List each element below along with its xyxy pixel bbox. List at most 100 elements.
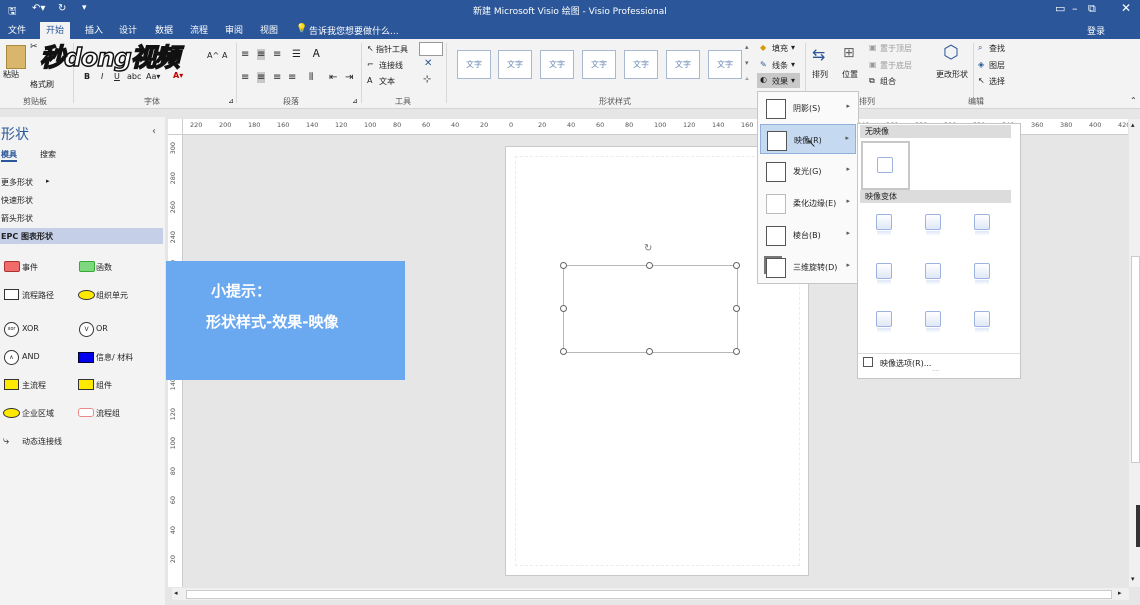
save-icon[interactable]: 🖫 xyxy=(8,4,17,21)
reflection-variant[interactable] xyxy=(925,311,941,333)
align-middle-icon[interactable]: ≡ xyxy=(257,49,266,60)
style-thumbnail[interactable]: 文字 xyxy=(498,50,532,79)
position-icon[interactable]: ⊞ xyxy=(843,45,855,61)
distribute-icon[interactable]: ⫴ xyxy=(309,72,313,83)
close-icon[interactable]: ✕ xyxy=(1121,1,1131,15)
font-dialog-launcher-icon[interactable]: ⊿ xyxy=(228,97,234,105)
resize-handle[interactable] xyxy=(733,348,740,355)
resize-handle[interactable] xyxy=(646,348,653,355)
resize-handle[interactable] xyxy=(646,262,653,269)
undo-icon[interactable]: ↶▾ xyxy=(32,3,45,14)
selected-rectangle-shape[interactable] xyxy=(563,265,738,353)
shrink-font-icon[interactable]: A xyxy=(222,51,227,60)
ribbon-display-icon[interactable]: ▭ xyxy=(1055,2,1065,15)
decrease-indent-icon[interactable]: ⇤ xyxy=(329,72,337,83)
scroll-left-icon[interactable]: ◂ xyxy=(174,589,178,597)
style-thumbnail[interactable]: 文字 xyxy=(457,50,491,79)
style-thumbnail[interactable]: 文字 xyxy=(666,50,700,79)
send-back-button[interactable]: 置于底层 xyxy=(880,60,912,71)
tab-data[interactable]: 数据 xyxy=(155,23,173,36)
horizontal-scrollbar[interactable]: ◂ ▸ xyxy=(172,588,1129,600)
tab-search[interactable]: 搜索 xyxy=(40,149,56,160)
shape-gallery-dropdown[interactable] xyxy=(419,42,443,56)
line-dropdown-icon[interactable]: ▾ xyxy=(791,60,795,69)
layers-button[interactable]: 图层 xyxy=(989,60,1005,71)
scroll-up-icon[interactable]: ▴ xyxy=(1131,121,1135,129)
style-thumbnail[interactable]: 文字 xyxy=(582,50,616,79)
text-direction-icon[interactable]: Ꭺ xyxy=(313,47,320,61)
horizontal-scroll-thumb[interactable] xyxy=(186,590,1112,599)
reflection-options-item[interactable]: 映像选项(R)... xyxy=(880,358,931,369)
restore-icon[interactable]: ⧉ xyxy=(1088,2,1096,16)
more-shapes-link[interactable]: 更多形状 xyxy=(1,177,33,188)
resize-handle[interactable] xyxy=(560,262,567,269)
text-tool-button[interactable]: 文本 xyxy=(379,76,395,87)
sign-in-link[interactable]: 登录 xyxy=(1087,24,1105,37)
tab-file[interactable]: 文件 xyxy=(8,23,26,36)
style-thumbnail[interactable]: 文字 xyxy=(540,50,574,79)
align-bottom-icon[interactable]: ≡ xyxy=(273,49,281,60)
change-shape-icon[interactable]: ⬡ xyxy=(943,42,959,63)
bullets-icon[interactable]: ☰ xyxy=(292,49,301,60)
resize-handle[interactable] xyxy=(733,262,740,269)
menu-item-shadow[interactable]: 阴影(S) ▸ xyxy=(760,93,856,123)
collapse-panel-icon[interactable]: ‹ xyxy=(152,126,156,137)
tab-design[interactable]: 设计 xyxy=(119,23,137,36)
tab-review[interactable]: 审阅 xyxy=(225,23,243,36)
find-button[interactable]: 查找 xyxy=(989,43,1005,54)
reflection-variant[interactable] xyxy=(876,311,892,333)
fill-dropdown-icon[interactable]: ▾ xyxy=(791,43,795,52)
align-left-icon[interactable]: ≡ xyxy=(241,72,249,83)
scroll-right-icon[interactable]: ▸ xyxy=(1118,589,1122,597)
bring-front-button[interactable]: 置于顶层 xyxy=(880,43,912,54)
style-thumbnail[interactable]: 文字 xyxy=(624,50,658,79)
effects-button[interactable]: ◐ 效果 ▾ xyxy=(757,73,800,88)
menu-item-soft-edges[interactable]: 柔化边缘(E) ▸ xyxy=(760,188,856,218)
resize-handle[interactable] xyxy=(560,305,567,312)
menu-item-glow[interactable]: 发光(G) ▸ xyxy=(760,156,856,186)
paste-icon[interactable] xyxy=(6,45,26,69)
minimize-icon[interactable]: – xyxy=(1072,2,1078,15)
stencil-epc[interactable]: EPC 图表形状 xyxy=(0,228,163,244)
pointer-tool-button[interactable]: 指针工具 xyxy=(376,44,408,55)
arrange-icon[interactable]: ⇆ xyxy=(812,45,825,64)
menu-item-3d-rotation[interactable]: 三维旋转(D) ▸ xyxy=(760,252,856,282)
reflection-variant[interactable] xyxy=(974,214,990,236)
reflection-variant[interactable] xyxy=(925,214,941,236)
connection-point-icon[interactable]: ⊹ xyxy=(423,74,431,85)
arrow-shapes-link[interactable]: 箭头形状 xyxy=(1,213,33,224)
tab-insert[interactable]: 插入 xyxy=(85,23,103,36)
scroll-down-icon[interactable]: ▾ xyxy=(1131,575,1135,583)
connector-tool-button[interactable]: 连接线 xyxy=(379,60,403,71)
increase-indent-icon[interactable]: ⇥ xyxy=(345,72,353,83)
reflection-variant[interactable] xyxy=(925,263,941,285)
rotate-handle-icon[interactable]: ↻ xyxy=(644,243,652,254)
no-reflection-option[interactable] xyxy=(861,141,910,190)
align-center-icon[interactable]: ≡ xyxy=(257,72,266,83)
reflection-variant[interactable] xyxy=(876,214,892,236)
tab-home[interactable]: 开始 xyxy=(40,22,71,39)
grow-font-icon[interactable]: A^ xyxy=(207,51,219,60)
vertical-scroll-thumb[interactable] xyxy=(1131,256,1140,463)
resize-handle[interactable] xyxy=(560,348,567,355)
collapse-ribbon-icon[interactable]: ⌃ xyxy=(1130,96,1137,105)
redo-icon[interactable]: ↻ xyxy=(58,3,66,14)
align-right-icon[interactable]: ≡ xyxy=(273,72,281,83)
reflection-variant[interactable] xyxy=(974,311,990,333)
delete-connector-icon[interactable]: ✕ xyxy=(424,58,432,69)
align-top-icon[interactable]: ≡ xyxy=(241,49,249,60)
gallery-scroll-up-icon[interactable]: ▴ xyxy=(745,43,749,51)
menu-item-bevel[interactable]: 棱台(B) ▸ xyxy=(760,220,856,250)
cut-icon[interactable]: ✂ xyxy=(30,42,38,52)
gallery-scroll-down-icon[interactable]: ▾ xyxy=(745,59,749,67)
line-button[interactable]: 线条 xyxy=(772,60,788,71)
change-shape-button[interactable]: 更改形状 xyxy=(936,69,968,80)
quick-shapes-link[interactable]: 快速形状 xyxy=(1,195,33,206)
arrange-button[interactable]: 排列 xyxy=(812,69,828,80)
resize-handle[interactable] xyxy=(733,305,740,312)
justify-icon[interactable]: ≡ xyxy=(288,72,296,83)
gallery-more-icon[interactable]: ⩡ xyxy=(745,75,749,84)
tab-view[interactable]: 视图 xyxy=(260,23,278,36)
tab-process[interactable]: 流程 xyxy=(190,23,208,36)
position-button[interactable]: 位置 xyxy=(842,69,858,80)
